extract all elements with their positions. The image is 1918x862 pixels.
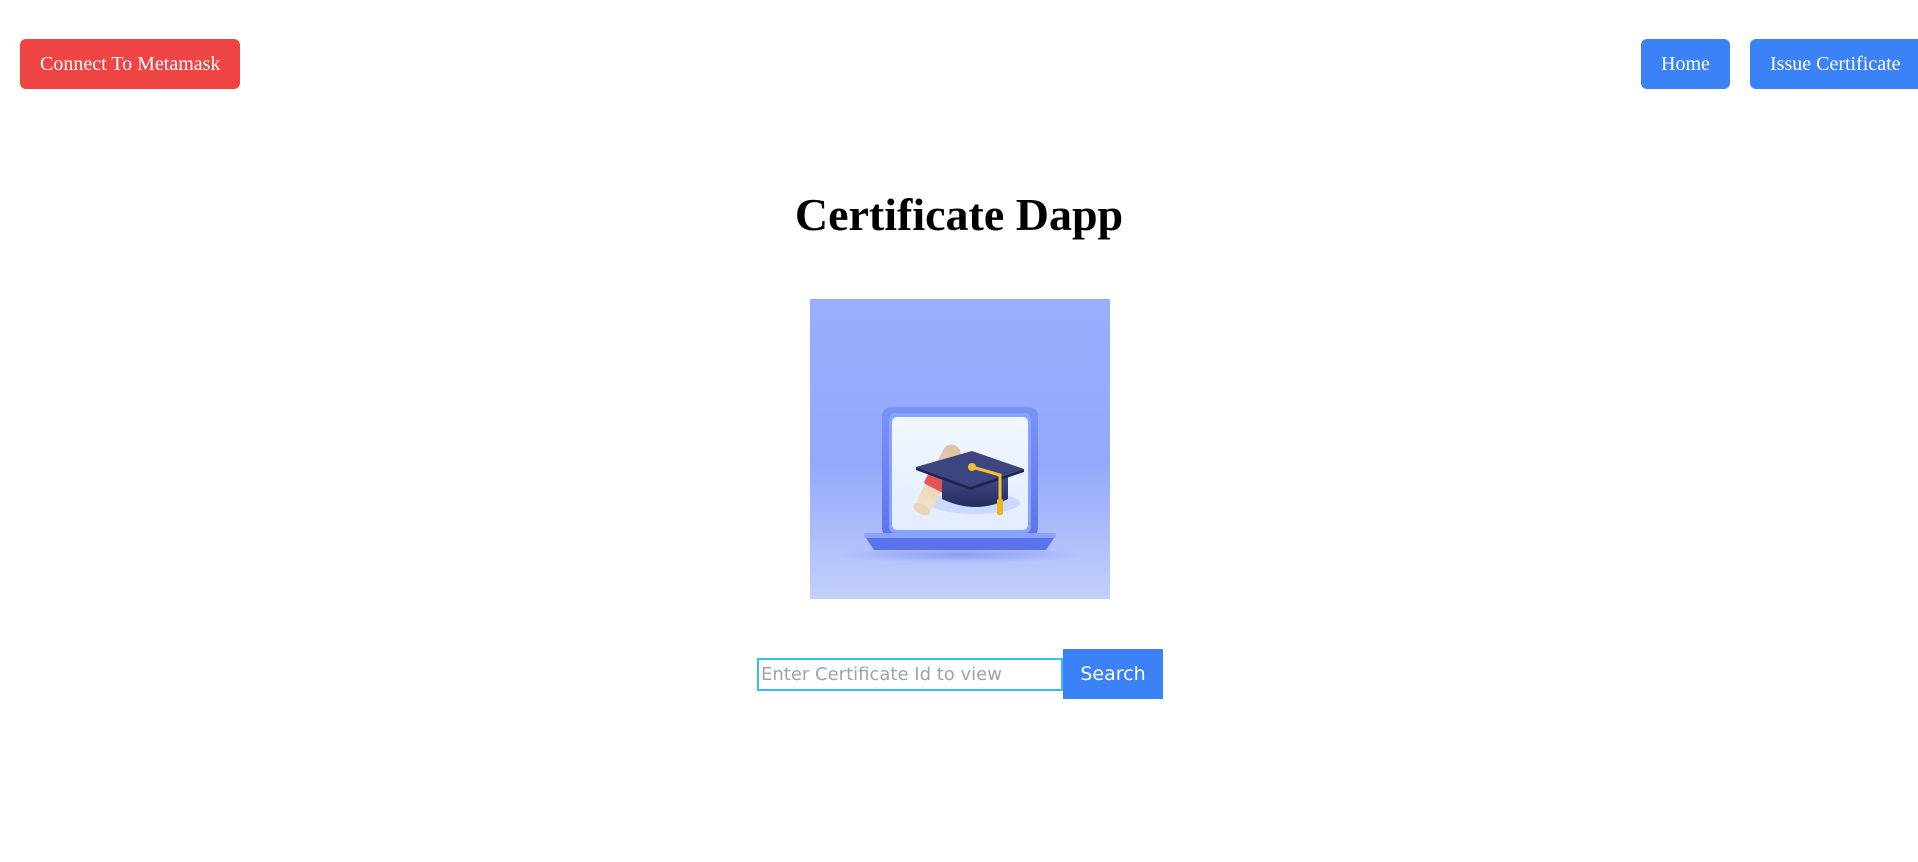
top-navbar: Connect To Metamask Home Issue Certifica… <box>0 0 1918 130</box>
graduation-laptop-icon <box>835 407 1085 563</box>
connect-metamask-button[interactable]: Connect To Metamask <box>20 39 240 89</box>
search-button[interactable]: Search <box>1063 649 1163 699</box>
certificate-id-input[interactable] <box>757 658 1063 691</box>
page-title: Certificate Dapp <box>794 189 1124 240</box>
nav-issue-certificate-button[interactable]: Issue Certificate <box>1750 39 1918 89</box>
nav-home-button[interactable]: Home <box>1641 39 1730 89</box>
hero-image <box>810 299 1110 599</box>
